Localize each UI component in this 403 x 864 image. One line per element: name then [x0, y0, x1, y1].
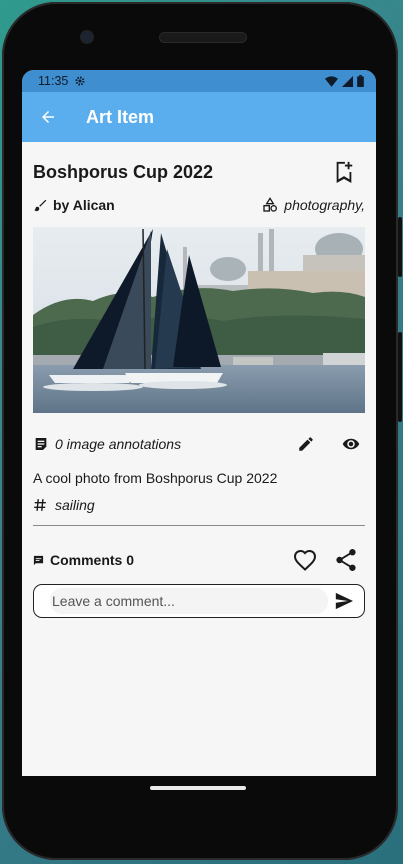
comments-count: Comments 0 — [50, 552, 135, 568]
pencil-icon[interactable] — [297, 435, 315, 453]
notes-icon — [33, 436, 49, 452]
arrow-left-icon — [39, 108, 57, 126]
title-row: Boshporus Cup 2022 — [33, 150, 365, 194]
chat-bubble-icon — [33, 555, 44, 566]
comment-box — [33, 584, 365, 618]
author[interactable]: by Alican — [33, 197, 115, 213]
signal-icon — [342, 75, 353, 87]
comments-header: Comments 0 — [33, 538, 365, 582]
comment-input[interactable] — [50, 588, 328, 614]
tags-row: sailing — [33, 493, 365, 517]
page-title: Art Item — [86, 106, 155, 127]
brush-icon — [33, 198, 48, 213]
status-time: 11:35 — [38, 74, 69, 88]
app-screen: 11:35 Art Item Boshporus Cup 2022 by Ali… — [22, 70, 376, 776]
meta-row: by Alican photography, — [33, 194, 365, 216]
front-camera — [80, 30, 94, 44]
system-nav-bar — [22, 776, 376, 806]
shapes-icon — [262, 197, 278, 213]
hash-icon — [33, 498, 47, 512]
power-button — [398, 332, 402, 422]
home-gesture-handle[interactable] — [150, 786, 246, 790]
item-detail: Boshporus Cup 2022 by Alican photography… — [22, 150, 376, 618]
divider — [33, 525, 365, 526]
send-icon — [334, 592, 354, 610]
heart-outline-icon[interactable] — [293, 549, 317, 571]
send-button[interactable] — [334, 592, 354, 610]
battery-icon — [357, 75, 364, 87]
settings-gear-icon — [74, 75, 86, 87]
tag-chip[interactable]: sailing — [55, 497, 95, 513]
bookmark-add-icon[interactable] — [333, 160, 355, 184]
app-bar: Art Item — [22, 92, 376, 142]
annotations-row: 0 image annotations — [33, 426, 365, 462]
volume-button — [398, 217, 402, 277]
eye-icon[interactable] — [341, 435, 361, 453]
category[interactable]: photography, — [262, 197, 365, 213]
annotations-count: 0 image annotations — [55, 436, 182, 452]
status-bar: 11:35 — [22, 70, 376, 92]
author-name: by Alican — [53, 197, 115, 213]
item-description: A cool photo from Boshporus Cup 2022 — [33, 470, 278, 486]
item-title: Boshporus Cup 2022 — [33, 161, 214, 182]
wifi-icon — [325, 75, 338, 87]
artwork-photo[interactable] — [33, 227, 365, 413]
back-button[interactable] — [36, 105, 60, 129]
share-icon[interactable] — [335, 548, 357, 572]
earpiece-speaker — [159, 32, 247, 43]
category-label: photography, — [284, 197, 365, 213]
